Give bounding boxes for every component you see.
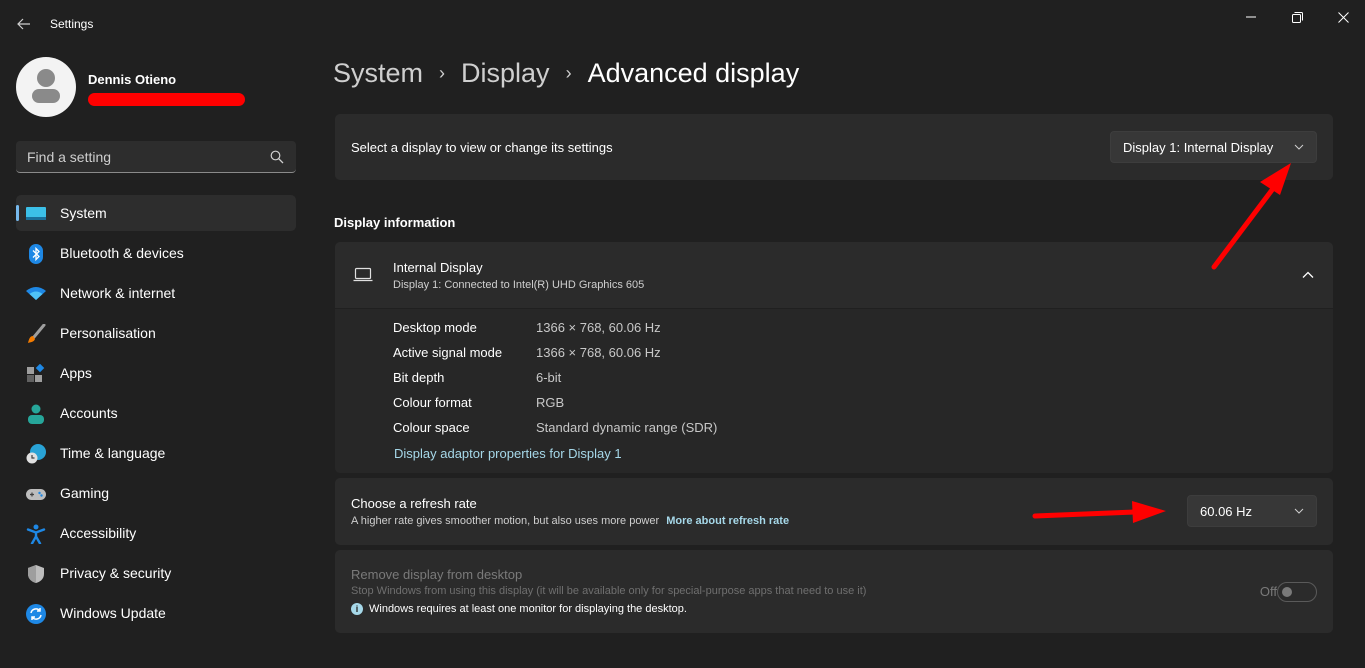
info-value: RGB [536,395,565,410]
display-info-header[interactable]: Internal Display Display 1: Connected to… [335,242,1333,308]
sidebar-item-system[interactable]: System [16,195,296,231]
info-value: 1366 × 768, 60.06 Hz [536,345,661,360]
remove-display-title: Remove display from desktop [351,567,523,582]
restore-button[interactable] [1274,4,1320,30]
chevron-up-icon[interactable] [1301,268,1315,282]
sidebar-item-windows-update[interactable]: Windows Update [16,595,296,631]
refresh-rate-description: A higher rate gives smoother motion, but… [351,515,789,527]
toggle-state-label: Off [1259,584,1277,599]
close-icon [1337,11,1349,23]
select-display-card: Select a display to view or change its s… [335,114,1333,180]
info-key: Bit depth [393,370,445,385]
shield-icon [28,565,44,583]
sidebar-item-personalisation[interactable]: Personalisation [16,315,296,351]
info-key: Colour space [393,420,470,435]
breadcrumb-separator: › [439,63,446,83]
search-box[interactable] [16,141,296,173]
info-key: Colour format [393,395,472,410]
sidebar-item-accounts[interactable]: Accounts [16,395,296,431]
wifi-icon [26,287,46,300]
sidebar-item-bluetooth[interactable]: Bluetooth & devices [16,235,296,271]
breadcrumb: System › Display › Advanced display [333,58,799,89]
sidebar-item-label: Time & language [60,445,166,461]
bluetooth-icon [29,244,43,264]
display-select-value: Display 1: Internal Display [1123,140,1274,155]
back-button[interactable] [12,12,36,36]
refresh-rate-dropdown[interactable]: 60.06 Hz [1187,495,1317,527]
sidebar-item-label: Gaming [60,485,110,501]
sidebar-item-label: Privacy & security [60,565,172,581]
refresh-rate-description-text: A higher rate gives smoother motion, but… [351,515,660,527]
sidebar-item-label: Accounts [60,405,118,421]
search-icon[interactable] [270,150,284,164]
refresh-rate-card: Choose a refresh rate A higher rate give… [335,478,1333,545]
account-icon [28,404,44,424]
system-monitor-icon [26,207,46,220]
remove-display-description: Stop Windows from using this display (it… [351,585,867,597]
sidebar-item-label: Bluetooth & devices [60,245,184,261]
accessibility-icon [26,524,46,544]
sidebar-item-network[interactable]: Network & internet [16,275,296,311]
remove-display-card: Remove display from desktop Stop Windows… [335,550,1333,633]
chevron-down-icon [1294,508,1304,514]
remove-display-note: i Windows requires at least one monitor … [351,603,687,615]
sidebar-item-label: System [60,205,107,221]
sidebar-nav: System Bluetooth & devices Network & int… [16,195,296,635]
close-button[interactable] [1320,4,1365,30]
update-icon [26,604,46,624]
page-title: Advanced display [587,58,800,88]
gamepad-icon [26,489,46,500]
sidebar-item-label: Windows Update [60,605,166,621]
paintbrush-icon [28,324,46,343]
toggle-knob [1282,587,1292,597]
select-display-label: Select a display to view or change its s… [351,140,613,155]
chevron-down-icon [1294,144,1304,150]
breadcrumb-separator: › [565,63,572,83]
app-title: Settings [50,17,94,31]
avatar [16,57,76,117]
info-value: 6-bit [536,370,562,385]
display-connection: Display 1: Connected to Intel(R) UHD Gra… [393,279,645,291]
sidebar-item-apps[interactable]: Apps [16,355,296,391]
remove-display-toggle[interactable] [1277,582,1317,602]
sidebar-item-label: Network & internet [60,285,176,301]
sidebar-item-label: Accessibility [60,525,137,541]
laptop-icon [353,267,373,282]
minimize-icon [1246,16,1256,18]
sidebar-item-label: Personalisation [60,325,156,341]
info-key: Desktop mode [393,320,477,335]
sidebar-item-time-language[interactable]: Time & language [16,435,296,471]
search-input[interactable] [16,141,296,172]
refresh-rate-value: 60.06 Hz [1200,504,1253,519]
title-bar: Settings [0,0,1365,48]
apps-icon [27,364,45,382]
sidebar-item-gaming[interactable]: Gaming [16,475,296,511]
more-about-refresh-rate-link[interactable]: More about refresh rate [666,515,789,527]
section-title-display-information: Display information [334,215,456,230]
sidebar-item-label: Apps [60,365,92,381]
minimize-button[interactable] [1228,4,1274,30]
info-icon: i [351,603,363,615]
display-select-dropdown[interactable]: Display 1: Internal Display [1110,131,1317,163]
restore-icon [1291,11,1303,23]
back-arrow-icon [17,18,30,30]
remove-display-note-text: Windows requires at least one monitor fo… [369,603,687,615]
breadcrumb-display[interactable]: Display [461,58,550,89]
redacted-email-mark [88,93,245,106]
display-adaptor-properties-link[interactable]: Display adaptor properties for Display 1 [394,446,622,461]
display-name: Internal Display [393,260,483,275]
info-value: Standard dynamic range (SDR) [536,420,718,435]
display-info-details: Desktop mode 1366 × 768, 60.06 Hz Active… [335,309,1333,473]
sidebar-item-accessibility[interactable]: Accessibility [16,515,296,551]
refresh-rate-title: Choose a refresh rate [351,496,477,511]
breadcrumb-system[interactable]: System [333,58,423,89]
user-name: Dennis Otieno [88,72,177,87]
info-value: 1366 × 768, 60.06 Hz [536,320,661,335]
info-key: Active signal mode [393,345,503,360]
globe-clock-icon [26,444,46,464]
sidebar-item-privacy-security[interactable]: Privacy & security [16,555,296,591]
